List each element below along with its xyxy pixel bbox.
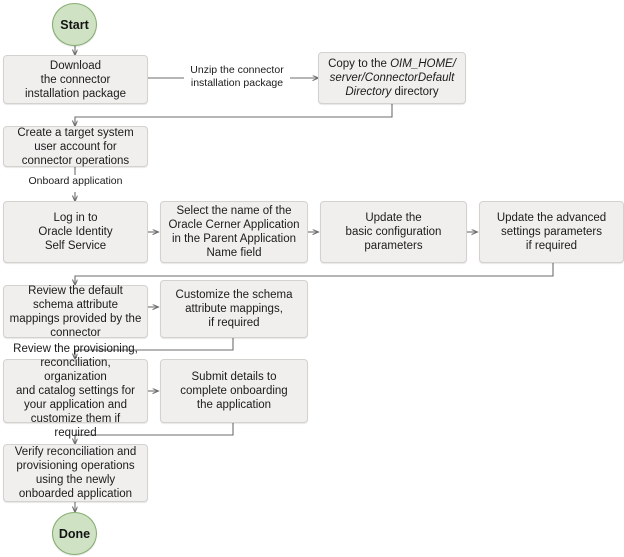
node-copy-to-oim-home: Copy to the OIM_HOME/server/ConnectorDef…	[318, 52, 466, 104]
node-review-settings-text: Review the provisioning, reconciliation, …	[13, 343, 138, 439]
done-terminator: Done	[52, 512, 97, 555]
start-terminator: Start	[52, 3, 97, 46]
edge-label-onboard: Onboard application	[18, 175, 133, 188]
node-log-in-self-service-text: Log in to Oracle Identity Self Service	[38, 212, 113, 252]
node-submit-details-text: Submit details to complete onboarding the …	[180, 371, 288, 411]
edge-label-onboard-text: Onboard application	[28, 175, 123, 187]
node-update-basic-config: Update the basic configuration parameters	[320, 201, 467, 263]
done-label: Done	[58, 526, 91, 541]
node-customize-schema-mappings-text: Customize the schema attribute mappings, i…	[175, 289, 293, 329]
node-customize-schema-mappings: Customize the schema attribute mappings, i…	[160, 280, 308, 338]
node-log-in-self-service: Log in to Oracle Identity Self Service	[3, 201, 148, 263]
node-update-advanced-settings: Update the advanced settings parameters if…	[479, 201, 624, 263]
node-download-text: Download the connector installation packag…	[24, 59, 126, 100]
edge-label-unzip: Unzip the connector installation package	[184, 64, 290, 90]
flowchart-canvas: Start Done Download the connector installa…	[0, 0, 624, 557]
node-create-target-account-text: Create a target system user account for co…	[17, 126, 134, 167]
node-update-advanced-settings-text: Update the advanced settings parameters if…	[496, 212, 607, 252]
start-label: Start	[60, 17, 89, 32]
node-update-basic-config-text: Update the basic configuration parameters	[345, 212, 442, 252]
node-select-application-name: Select the name of the Oracle Cerner Appl…	[160, 201, 308, 263]
node-select-application-name-text: Select the name of the Oracle Cerner Appl…	[168, 205, 300, 259]
node-verify-operations-text: Verify reconciliation and provisioning op…	[14, 446, 137, 500]
node-submit-details: Submit details to complete onboarding the …	[160, 359, 308, 423]
node-download: Download the connector installation packag…	[3, 55, 148, 104]
node-copy-to-oim-home-text: Copy to the OIM_HOME/server/ConnectorDef…	[328, 58, 456, 98]
node-create-target-account: Create a target system user account for co…	[3, 126, 148, 167]
edge-label-unzip-text: Unzip the connector installation package	[190, 64, 284, 89]
node-review-settings: Review the provisioning, reconciliation, …	[3, 343, 148, 439]
node-verify-operations: Verify reconciliation and provisioning op…	[3, 444, 148, 502]
node-review-schema-mappings: Review the default schema attribute mappin…	[3, 284, 148, 339]
node-review-schema-mappings-text: Review the default schema attribute mappin…	[9, 284, 142, 339]
